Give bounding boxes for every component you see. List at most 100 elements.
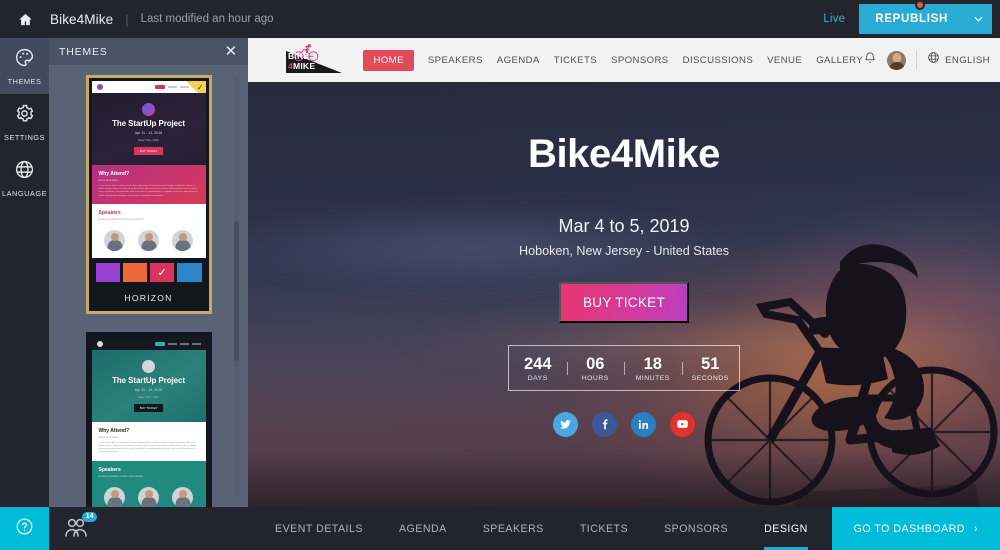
- nav-divider: [916, 51, 918, 69]
- palette-icon: [14, 47, 35, 73]
- page-title: Bike4Mike: [527, 132, 721, 176]
- site-menu-venue[interactable]: VENUE: [767, 55, 802, 66]
- mock-hero-location: New York, USA: [138, 394, 159, 399]
- theme-card-horizon[interactable]: ✓ The StartUp Project Apr 11 - 14, 2018 …: [85, 75, 212, 314]
- republish-group: REPUBLISH: [859, 0, 992, 34]
- go-to-dashboard-button[interactable]: GO TO DASHBOARD ›: [831, 507, 1000, 550]
- social-links[interactable]: [248, 412, 1000, 437]
- countdown-seconds-value: 51: [701, 354, 720, 373]
- people-icon[interactable]: 14: [63, 511, 97, 542]
- mock-nav-line: [179, 342, 189, 345]
- rail-item-language[interactable]: LANGUAGE: [0, 150, 49, 206]
- project-title: Bike4Mike: [50, 11, 114, 27]
- mock-speakers-sub: Exciting speakers to listen and network: [98, 217, 144, 221]
- avatar[interactable]: [887, 50, 907, 70]
- site-menu-sponsors[interactable]: SPONSORS: [611, 55, 669, 66]
- site-menu-speakers[interactable]: SPEAKERS: [428, 55, 483, 66]
- mock-section-sub: Event description: [98, 179, 119, 182]
- bottom-tabs[interactable]: EVENT DETAILS AGENDA SPEAKERS TICKETS SP…: [275, 507, 808, 550]
- mock-hero-date: Apr 11 - 14, 2018: [134, 387, 163, 392]
- site-menu-tickets[interactable]: TICKETS: [554, 55, 597, 66]
- themes-list[interactable]: ✓ The StartUp Project Apr 11 - 14, 2018 …: [49, 65, 248, 507]
- themes-scrollbar-thumb[interactable]: [234, 221, 239, 361]
- site-logo[interactable]: BIKE 4MIKE: [286, 44, 342, 75]
- countdown-days: 244 DAYS: [509, 355, 567, 382]
- last-modified-label: Last modified an hour ago: [140, 13, 274, 25]
- rail-item-themes-label: THEMES: [7, 76, 42, 86]
- rail-item-themes[interactable]: THEMES: [0, 38, 49, 94]
- mock-nav: [91, 337, 206, 350]
- hero-content: Bike4Mike Mar 4 to 5, 2019 Hoboken, New …: [248, 82, 1000, 437]
- tab-design[interactable]: DESIGN: [764, 507, 808, 550]
- site-menu-agenda[interactable]: AGENDA: [497, 55, 540, 66]
- rail-item-settings-label: SETTINGS: [4, 132, 45, 142]
- swatch-pink-selected[interactable]: ✓: [150, 262, 175, 282]
- rail-item-settings[interactable]: SETTINGS: [0, 94, 49, 150]
- republish-button[interactable]: REPUBLISH: [859, 4, 964, 34]
- mock-nav-active: [154, 341, 165, 346]
- bottom-bar: 14 EVENT DETAILS AGENDA SPEAKERS TICKETS…: [49, 507, 1000, 550]
- mock-hero-title: The StartUp Project: [112, 119, 185, 128]
- swatch-blue[interactable]: [177, 262, 202, 282]
- app-root: Bike4Mike | Last modified an hour ago Li…: [0, 0, 1000, 550]
- tab-speakers[interactable]: SPEAKERS: [483, 507, 544, 550]
- youtube-icon[interactable]: [670, 412, 695, 437]
- theme-swatches-horizon[interactable]: ✓: [92, 258, 206, 287]
- swatch-orange[interactable]: [122, 262, 147, 282]
- mock-nav-line: [167, 342, 177, 345]
- language-selector[interactable]: ENGLISH: [927, 51, 990, 69]
- bell-icon[interactable]: [863, 51, 877, 70]
- swatch-purple[interactable]: [95, 262, 120, 282]
- home-icon[interactable]: [14, 8, 36, 30]
- mock-avatar: [104, 229, 125, 251]
- themes-panel-header: THEMES ✕: [49, 38, 248, 65]
- republish-dropdown-button[interactable]: [964, 4, 992, 34]
- mock-hero-orb: [142, 359, 155, 373]
- themes-panel: THEMES ✕ ✓ The StartUp Project Apr 11 - …: [49, 38, 248, 507]
- left-rail: THEMES SETTINGS LANGUAGE: [0, 38, 49, 550]
- mock-hero-title: The StartUp Project: [112, 375, 185, 385]
- tab-tickets[interactable]: TICKETS: [580, 507, 628, 550]
- mock-section-why: Why Attend? Event description Lorem ipsu…: [91, 165, 206, 204]
- mock-logo: [96, 340, 103, 347]
- tab-agenda[interactable]: AGENDA: [399, 507, 447, 550]
- theme-card-coral[interactable]: The StartUp Project Apr 11 - 14, 2018 Ne…: [85, 331, 212, 507]
- go-to-dashboard-label: GO TO DASHBOARD: [853, 522, 965, 535]
- countdown-hours: 06 HOURS: [566, 355, 625, 382]
- logo-line2: MIKE: [292, 60, 316, 71]
- globe-icon: [927, 51, 940, 69]
- mock-buy-button: BUY TICKET: [133, 403, 164, 412]
- mock-hero: The StartUp Project Apr 11 - 14, 2018 Ne…: [91, 349, 206, 422]
- language-label: ENGLISH: [945, 54, 990, 66]
- countdown-minutes: 18 MINUTES: [624, 355, 682, 382]
- themes-panel-title: THEMES: [59, 45, 108, 58]
- site-menu-discussions[interactable]: DISCUSSIONS: [683, 55, 754, 66]
- mock-section-title: Why Attend?: [98, 171, 130, 177]
- check-icon: ✓: [196, 83, 204, 92]
- countdown-days-value: 244: [523, 354, 552, 373]
- site-menu-gallery[interactable]: GALLERY: [816, 55, 863, 66]
- twitter-icon[interactable]: [553, 412, 578, 437]
- help-button[interactable]: [0, 507, 49, 550]
- mock-section-speakers: Speakers Exciting speakers to listen and…: [91, 203, 206, 226]
- live-status-label[interactable]: Live: [823, 13, 845, 25]
- mock-avatar: [172, 229, 193, 251]
- mock-speakers-sub: Exciting speakers to listen and network: [98, 474, 144, 478]
- site-menu-home[interactable]: HOME: [363, 49, 414, 71]
- buy-ticket-button[interactable]: BUY TICKET: [558, 282, 690, 323]
- linkedin-icon[interactable]: [631, 412, 656, 437]
- mock-nav-active: [154, 85, 165, 89]
- close-icon[interactable]: ✕: [225, 44, 238, 59]
- tab-event-details[interactable]: EVENT DETAILS: [275, 507, 363, 550]
- theme-name-horizon: HORIZON: [124, 292, 173, 303]
- site-preview: BIKE 4MIKE HOME SPEAKERS AGENDA TICKETS …: [248, 38, 1000, 512]
- site-menu[interactable]: HOME SPEAKERS AGENDA TICKETS SPONSORS DI…: [363, 49, 863, 71]
- tab-sponsors[interactable]: SPONSORS: [664, 507, 728, 550]
- countdown-minutes-label: MINUTES: [635, 374, 670, 382]
- theme-preview-coral: The StartUp Project Apr 11 - 14, 2018 Ne…: [91, 337, 206, 507]
- people-badge: 14: [82, 511, 97, 522]
- mock-hero-location: New York, USA: [138, 138, 159, 142]
- mock-section-sub: Event description: [98, 435, 119, 439]
- theme-preview-horizon: ✓ The StartUp Project Apr 11 - 14, 2018 …: [91, 81, 206, 287]
- facebook-icon[interactable]: [592, 412, 617, 437]
